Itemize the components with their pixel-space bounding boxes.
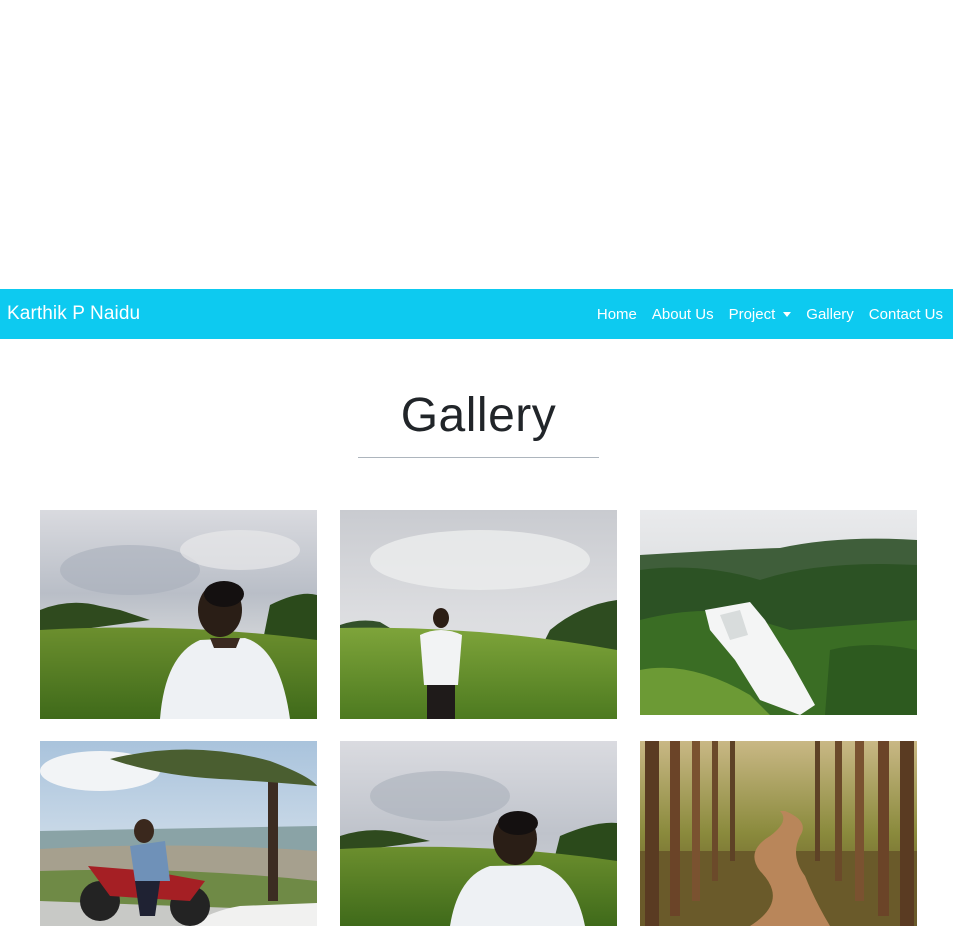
navbar: Karthik P Naidu Home About Us Project Ga…: [0, 289, 953, 339]
nav-contact-us-link[interactable]: Contact Us: [869, 306, 943, 323]
gallery-title-divider: [358, 457, 599, 458]
gallery-photo-3[interactable]: [640, 510, 917, 715]
gallery-photo-5[interactable]: [340, 741, 617, 926]
gallery-title: Gallery: [400, 389, 557, 442]
gallery-photo-1[interactable]: [40, 510, 317, 719]
gallery-photo-2[interactable]: [340, 510, 617, 719]
nav-links: Home About Us Project Gallery Contact Us: [597, 306, 943, 323]
photo-man-misty-hills-image: [40, 510, 317, 719]
gallery-photo-4[interactable]: [40, 741, 317, 926]
caret-down-icon: [783, 312, 792, 317]
photo-forest-path-image: [640, 741, 917, 926]
nav-gallery-link[interactable]: Gallery: [806, 306, 854, 323]
photo-man-on-motorcycle-image: [40, 741, 317, 926]
gallery-photo-6[interactable]: [640, 741, 917, 926]
nav-about-us-link[interactable]: About Us: [652, 306, 714, 323]
photo-man-in-meadow-image: [340, 510, 617, 719]
page: Karthik P Naidu Home About Us Project Ga…: [0, 0, 953, 926]
nav-project-label: Project: [728, 305, 776, 323]
nav-home-link[interactable]: Home: [597, 306, 637, 323]
nav-project-dropdown[interactable]: Project: [729, 306, 792, 323]
navbar-brand[interactable]: Karthik P Naidu: [7, 303, 140, 325]
photo-waterfall-image: [640, 510, 917, 715]
photo-man-misty-hills-closeup-image: [340, 741, 617, 926]
